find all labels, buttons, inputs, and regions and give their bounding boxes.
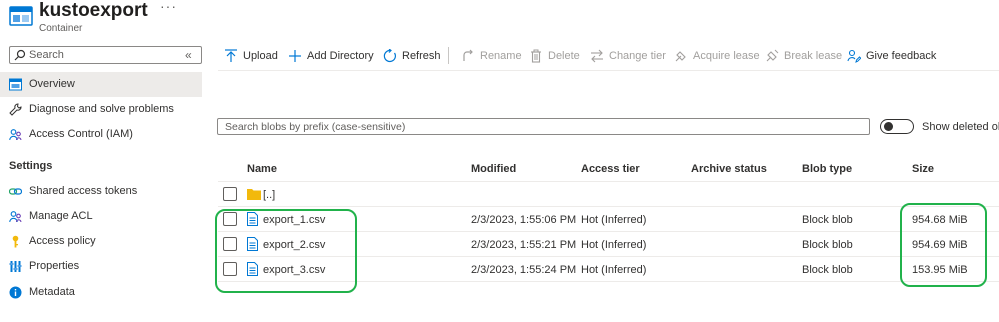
- page-title: kustoexport: [39, 0, 148, 21]
- upload-icon: [225, 49, 237, 62]
- container-icon: [9, 6, 33, 26]
- rename-icon: [463, 49, 473, 61]
- access-tier-cell: Hot (Inferred): [581, 264, 647, 276]
- key-icon: [12, 235, 19, 248]
- toolbar-divider-line: [218, 70, 999, 71]
- properties-icon: [9, 261, 22, 272]
- refresh-icon: [383, 49, 396, 63]
- sidebar-item-label: Overview: [29, 78, 75, 90]
- column-header-blob-type[interactable]: Blob type: [802, 163, 852, 175]
- blob-prefix-search-input[interactable]: Search blobs by prefix (case-sensitive): [217, 118, 870, 135]
- more-options-button[interactable]: ···: [160, 0, 177, 14]
- people-icon: [9, 211, 22, 223]
- sidebar-item-label: Diagnose and solve problems: [29, 103, 174, 115]
- lease-icon: [675, 51, 686, 62]
- delete-label: Delete: [548, 50, 580, 62]
- wrench-icon: [9, 103, 22, 116]
- add-directory-label: Add Directory: [307, 50, 374, 62]
- people-icon: [9, 129, 22, 141]
- settings-section-heading: Settings: [9, 160, 53, 172]
- blob-type-cell: Block blob: [802, 264, 853, 276]
- modified-cell: 2/3/2023, 1:55:24 PM: [471, 264, 577, 276]
- column-header-name[interactable]: Name: [247, 163, 277, 175]
- swap-icon: [591, 49, 603, 63]
- sidebar-search-placeholder: Search: [29, 49, 64, 61]
- sidebar-search-input[interactable]: Search: [9, 46, 202, 64]
- highlight-box-names: [215, 209, 357, 293]
- show-deleted-label: Show deleted objects: [922, 121, 999, 133]
- sidebar-item-shared-access-tokens[interactable]: Shared access tokens: [0, 179, 202, 204]
- sidebar-item-label: Access policy: [29, 235, 96, 247]
- table-row-parent[interactable]: [..]: [218, 182, 999, 207]
- folder-icon: [247, 189, 261, 200]
- sidebar-item-label: Properties: [29, 260, 80, 272]
- column-header-access-tier[interactable]: Access tier: [581, 163, 640, 175]
- sidebar-item-properties[interactable]: Properties: [0, 254, 202, 279]
- break-lease-label: Break lease: [784, 50, 843, 62]
- page-subtitle: Container: [39, 23, 83, 34]
- access-tier-cell: Hot (Inferred): [581, 239, 647, 251]
- column-header-modified[interactable]: Modified: [471, 163, 516, 175]
- toggle-knob: [884, 122, 893, 131]
- access-tier-cell: Hot (Inferred): [581, 214, 647, 226]
- sidebar-item-metadata[interactable]: Metadata: [0, 280, 202, 305]
- sidebar-item-access-policy[interactable]: Access policy: [0, 229, 202, 254]
- upload-label: Upload: [243, 50, 278, 62]
- parent-directory-link[interactable]: [..]: [263, 189, 275, 201]
- link-icon: [9, 188, 22, 195]
- blob-type-cell: Block blob: [802, 214, 853, 226]
- sidebar-item-iam[interactable]: Access Control (IAM): [0, 122, 202, 147]
- sidebar-item-diagnose[interactable]: Diagnose and solve problems: [0, 97, 202, 122]
- column-header-size[interactable]: Size: [912, 163, 934, 175]
- overview-icon: [9, 78, 22, 91]
- highlight-box-sizes: [900, 203, 987, 287]
- sidebar-item-label: Manage ACL: [29, 210, 93, 222]
- column-header-archive-status[interactable]: Archive status: [691, 163, 767, 175]
- search-icon: [14, 49, 26, 61]
- acquire-lease-label: Acquire lease: [693, 50, 760, 62]
- toolbar-divider: [448, 47, 449, 64]
- sidebar-item-label: Shared access tokens: [29, 185, 138, 197]
- break-lease-icon: [766, 49, 779, 62]
- trash-icon: [531, 49, 541, 63]
- show-deleted-toggle[interactable]: [880, 119, 914, 134]
- modified-cell: 2/3/2023, 1:55:21 PM: [471, 239, 577, 251]
- sidebar-item-manage-acl[interactable]: Manage ACL: [0, 204, 202, 229]
- refresh-label: Refresh: [402, 50, 441, 62]
- info-icon: [9, 286, 22, 299]
- sidebar-item-label: Metadata: [29, 286, 75, 298]
- blob-search-placeholder: Search blobs by prefix (case-sensitive): [225, 121, 406, 133]
- sidebar-item-overview[interactable]: Overview: [0, 72, 202, 97]
- feedback-icon: [847, 49, 861, 63]
- rename-label: Rename: [480, 50, 522, 62]
- blob-type-cell: Block blob: [802, 239, 853, 251]
- collapse-sidebar-button[interactable]: «: [185, 48, 192, 62]
- modified-cell: 2/3/2023, 1:55:06 PM: [471, 214, 577, 226]
- row-checkbox[interactable]: [223, 187, 237, 201]
- give-feedback-label: Give feedback: [866, 50, 937, 62]
- change-tier-label: Change tier: [609, 50, 666, 62]
- plus-icon: [289, 50, 301, 62]
- sidebar-item-label: Access Control (IAM): [29, 128, 133, 140]
